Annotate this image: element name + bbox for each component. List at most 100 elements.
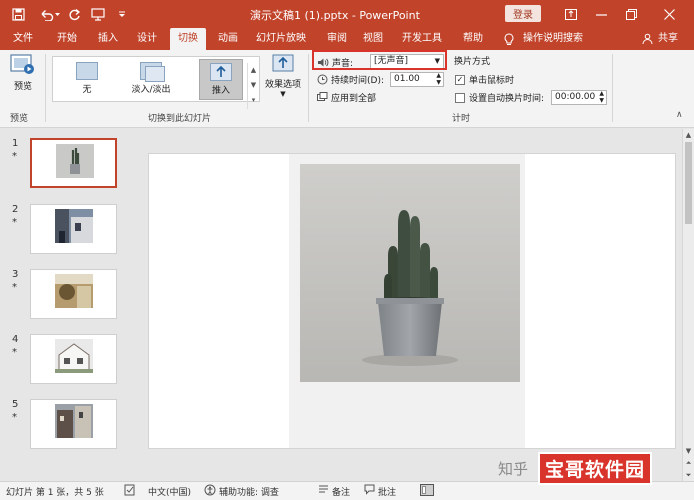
slide-thumbnails-pane: 1 * 2 * 3 * 4 * 5 * bbox=[0, 129, 131, 481]
slide-thumbnail-frame bbox=[30, 399, 117, 449]
slideshow-icon[interactable] bbox=[88, 4, 108, 24]
apply-all-button[interactable]: 应用到全部 bbox=[317, 91, 376, 104]
accessibility-status[interactable]: 辅助功能: 调查 bbox=[219, 485, 279, 498]
preview-label: 预览 bbox=[13, 82, 32, 92]
street-photo-thumb bbox=[55, 209, 93, 243]
normal-view-icon[interactable] bbox=[420, 484, 434, 499]
tab-developer[interactable]: 开发工具 bbox=[398, 28, 446, 50]
on-click-checkbox[interactable]: ✓ bbox=[455, 74, 465, 85]
gallery-more-icon[interactable]: ▾ bbox=[248, 93, 259, 108]
transition-gallery: 无 淡入/淡出 推入 ▲ ▼ ▾ bbox=[52, 56, 260, 109]
transition-fade-label: 淡入/淡出 bbox=[131, 85, 171, 95]
slide-number: 3 bbox=[12, 269, 19, 280]
scrollbar-thumb[interactable] bbox=[685, 142, 692, 224]
undo-icon[interactable] bbox=[36, 4, 64, 24]
duration-spinner-icon[interactable]: ▲ ▼ bbox=[436, 72, 441, 86]
after-label: 设置自动换片时间: bbox=[469, 94, 545, 104]
current-slide[interactable] bbox=[148, 153, 676, 449]
transition-marker: * bbox=[12, 282, 17, 293]
interior-photo-thumb bbox=[55, 274, 93, 308]
slide-thumbnail[interactable]: 3 * bbox=[0, 269, 131, 329]
collapse-ribbon-icon[interactable]: ∧ bbox=[676, 110, 683, 120]
after-checkbox[interactable] bbox=[455, 92, 465, 103]
after-spinner-icon[interactable]: ▲ ▼ bbox=[599, 90, 604, 104]
cactus-photo-thumb bbox=[56, 144, 94, 178]
transition-none[interactable]: 无 bbox=[57, 59, 117, 100]
tab-view[interactable]: 视图 bbox=[358, 28, 388, 50]
ribbon-display-icon[interactable] bbox=[560, 4, 582, 24]
window-title: 演示文稿1 (1).pptx - PowerPoint bbox=[250, 9, 420, 22]
tab-home[interactable]: 开始 bbox=[52, 28, 82, 50]
slide-thumbnail[interactable]: 4 * bbox=[0, 334, 131, 394]
slide-thumbnail-frame bbox=[30, 269, 117, 319]
previous-slide-icon[interactable]: ⏶ bbox=[683, 457, 694, 469]
transition-fade[interactable]: 淡入/淡出 bbox=[119, 59, 183, 100]
sound-highlight-box bbox=[312, 50, 447, 70]
transition-group-label: 切换到此幻灯片 bbox=[148, 114, 212, 124]
save-icon[interactable] bbox=[8, 4, 28, 24]
after-option[interactable]: 设置自动换片时间: bbox=[455, 91, 544, 104]
after-time-value: 00:00.00 bbox=[555, 92, 596, 102]
house-photo-thumb bbox=[55, 339, 93, 373]
gallery-up-icon[interactable]: ▲ bbox=[248, 63, 259, 78]
tab-review[interactable]: 审阅 bbox=[322, 28, 352, 50]
preview-button[interactable]: 预览 bbox=[6, 54, 40, 104]
transition-none-label: 无 bbox=[82, 85, 92, 95]
accessibility-icon bbox=[204, 484, 216, 499]
transition-marker: * bbox=[12, 217, 17, 228]
effect-options-dropdown-icon: ▼ bbox=[280, 90, 286, 98]
effect-options-label: 效果选项 bbox=[264, 80, 301, 90]
slide-thumbnail[interactable]: 2 * bbox=[0, 204, 131, 264]
advance-title: 换片方式 bbox=[454, 57, 491, 67]
slide-thumbnail-frame bbox=[30, 138, 117, 188]
tab-insert[interactable]: 插入 bbox=[93, 28, 123, 50]
spellcheck-icon[interactable] bbox=[124, 484, 136, 499]
login-button[interactable]: 登录 bbox=[505, 5, 541, 22]
slide-thumbnail[interactable]: 1 * bbox=[0, 138, 131, 198]
powerpoint-window: 演示文稿1 (1).pptx - PowerPoint 登录 文件 开始 插入 … bbox=[0, 0, 694, 500]
gallery-down-icon[interactable]: ▼ bbox=[248, 78, 259, 93]
tell-me-search[interactable]: 操作说明搜索 bbox=[520, 28, 586, 50]
gallery-scroll[interactable]: ▲ ▼ ▾ bbox=[247, 63, 259, 109]
transition-push-label: 推入 bbox=[211, 86, 230, 96]
apply-all-label: 应用到全部 bbox=[331, 94, 377, 104]
tab-design[interactable]: 设计 bbox=[132, 28, 162, 50]
transition-marker: * bbox=[12, 412, 17, 423]
tab-animations[interactable]: 动画 bbox=[212, 28, 244, 50]
tab-transitions[interactable]: 切换 bbox=[170, 28, 206, 50]
share-button[interactable]: 共享 bbox=[656, 28, 680, 50]
language-indicator[interactable]: 中文(中国) bbox=[148, 485, 191, 498]
clock-icon bbox=[317, 74, 328, 85]
tab-file[interactable]: 文件 bbox=[8, 28, 38, 50]
restore-icon[interactable] bbox=[620, 4, 642, 24]
watermark-site: 宝哥软件园 bbox=[538, 451, 653, 485]
share-icon[interactable] bbox=[640, 28, 654, 50]
scroll-up-icon[interactable]: ▲ bbox=[683, 129, 694, 141]
tab-slideshow[interactable]: 幻灯片放映 bbox=[253, 28, 309, 50]
after-time-input[interactable]: 00:00.00 ▲ ▼ bbox=[551, 90, 607, 105]
vertical-scrollbar[interactable]: ▲ ▼ ⏶ ⏷ bbox=[682, 129, 694, 481]
watermark: 知乎 宝哥软件园 bbox=[498, 451, 653, 485]
scroll-down-icon[interactable]: ▼ bbox=[683, 445, 694, 457]
qat-customize-icon[interactable] bbox=[112, 4, 132, 24]
next-slide-icon[interactable]: ⏷ bbox=[683, 469, 694, 481]
comments-button[interactable]: 批注 bbox=[378, 485, 396, 498]
close-icon[interactable] bbox=[658, 4, 680, 24]
redo-icon[interactable] bbox=[64, 4, 84, 24]
notes-button[interactable]: 备注 bbox=[332, 485, 350, 498]
slide-number: 2 bbox=[12, 204, 19, 215]
duration-row: 持续时间(D): bbox=[317, 73, 384, 86]
tab-help[interactable]: 帮助 bbox=[458, 28, 488, 50]
slide-number: 4 bbox=[12, 334, 19, 345]
timing-group-label: 计时 bbox=[452, 114, 471, 124]
transition-marker: * bbox=[12, 347, 17, 358]
on-click-option[interactable]: ✓ 单击鼠标时 bbox=[455, 73, 514, 86]
comments-icon bbox=[364, 484, 375, 498]
effect-options-button[interactable]: 效果选项 ▼ bbox=[262, 54, 304, 106]
on-click-label: 单击鼠标时 bbox=[469, 76, 515, 86]
duration-input[interactable]: 01.00 ▲ ▼ bbox=[390, 72, 444, 87]
cactus-picture[interactable] bbox=[300, 164, 520, 382]
minimize-icon[interactable] bbox=[590, 4, 612, 24]
slide-thumbnail[interactable]: 5 * bbox=[0, 399, 131, 459]
transition-push[interactable]: 推入 bbox=[199, 59, 243, 100]
